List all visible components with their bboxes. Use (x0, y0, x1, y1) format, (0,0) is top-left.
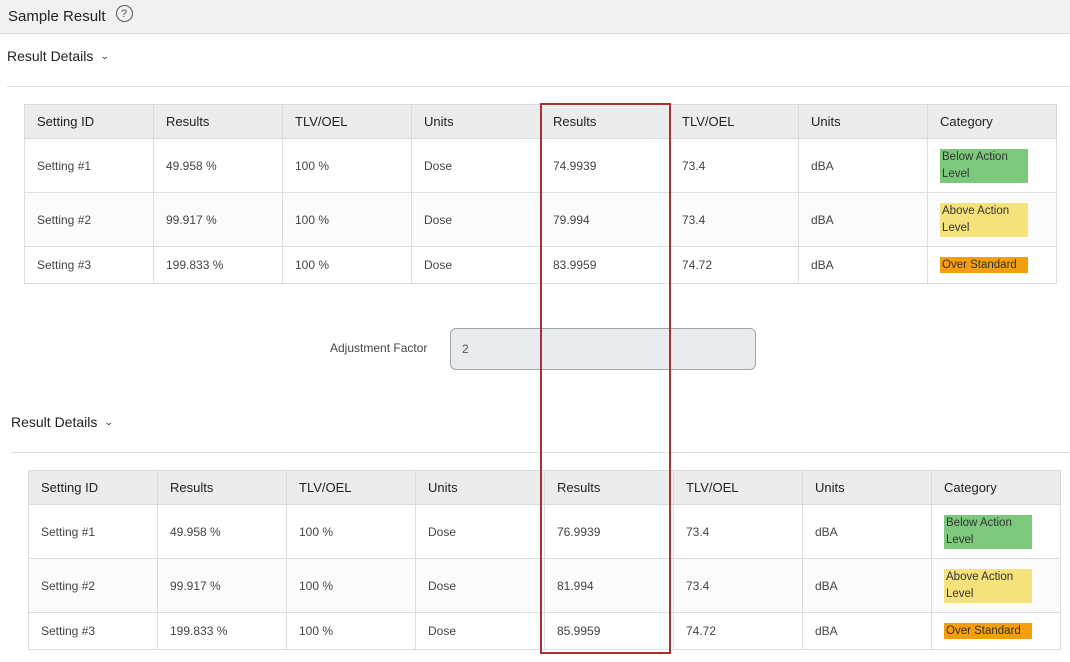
cell-results: 199.833 % (153, 246, 283, 284)
category-badge-over: Over Standard (944, 623, 1032, 639)
category-badge-below: Below Action Level (944, 514, 1032, 549)
cell-results-2: 81.994 (544, 558, 674, 613)
cell-tlv: 100 % (286, 558, 416, 613)
table-row: Setting #1 49.958 % 100 % Dose 76.9939 7… (28, 504, 1061, 559)
result-table-2: Setting ID Results TLV/OEL Units Results… (28, 470, 1061, 650)
col-tlv-oel: TLV/OEL (282, 104, 412, 139)
cell-tlv-2: 74.72 (673, 612, 803, 650)
col-tlv-oel-2: TLV/OEL (669, 104, 799, 139)
cell-units: Dose (415, 558, 545, 613)
cell-units-2: dBA (798, 138, 928, 193)
cell-tlv: 100 % (282, 246, 412, 284)
cell-category: Over Standard (931, 612, 1061, 650)
cell-tlv-2: 73.4 (673, 504, 803, 559)
cell-results: 49.958 % (153, 138, 283, 193)
result-details-toggle-1[interactable]: Result Details ⌄ (7, 48, 111, 64)
cell-results: 199.833 % (157, 612, 287, 650)
cell-category: Below Action Level (931, 504, 1061, 559)
cell-category: Above Action Level (931, 558, 1061, 613)
result-table-1: Setting ID Results TLV/OEL Units Results… (24, 104, 1057, 284)
cell-tlv-2: 73.4 (673, 558, 803, 613)
cell-units-2: dBA (798, 192, 928, 247)
col-results: Results (157, 470, 287, 505)
cell-tlv: 100 % (282, 138, 412, 193)
category-badge-above: Above Action Level (940, 202, 1028, 237)
category-badge-over: Over Standard (940, 257, 1028, 273)
cell-units-2: dBA (802, 612, 932, 650)
cell-units: Dose (415, 504, 545, 559)
table-row: Setting #2 99.917 % 100 % Dose 79.994 73… (24, 192, 1057, 247)
col-tlv-oel-2: TLV/OEL (673, 470, 803, 505)
col-setting-id: Setting ID (28, 470, 158, 505)
cell-tlv-2: 74.72 (669, 246, 799, 284)
cell-units-2: dBA (802, 558, 932, 613)
adjustment-factor-label: Adjustment Factor (330, 341, 428, 355)
page-header: Sample Result ? (0, 0, 1070, 34)
cell-results-2: 85.9959 (544, 612, 674, 650)
col-results-2: Results (540, 104, 670, 139)
table-row: Setting #1 49.958 % 100 % Dose 74.9939 7… (24, 138, 1057, 193)
section-divider (11, 452, 1070, 453)
cell-tlv: 100 % (282, 192, 412, 247)
cell-units: Dose (411, 246, 541, 284)
cell-results: 99.917 % (153, 192, 283, 247)
cell-units-2: dBA (798, 246, 928, 284)
cell-results-2: 74.9939 (540, 138, 670, 193)
col-units: Units (415, 470, 545, 505)
chevron-down-icon: ⌄ (104, 416, 115, 427)
cell-tlv: 100 % (286, 612, 416, 650)
cell-units: Dose (415, 612, 545, 650)
table-row: Setting #3 199.833 % 100 % Dose 85.9959 … (28, 612, 1061, 650)
category-badge-above: Above Action Level (944, 568, 1032, 603)
section-title: Result Details (11, 414, 98, 430)
cell-setting: Setting #3 (24, 246, 154, 284)
cell-category: Below Action Level (927, 138, 1057, 193)
col-units-2: Units (802, 470, 932, 505)
cell-setting: Setting #2 (24, 192, 154, 247)
col-results-2: Results (544, 470, 674, 505)
help-icon[interactable]: ? (115, 5, 133, 22)
cell-results-2: 79.994 (540, 192, 670, 247)
cell-units-2: dBA (802, 504, 932, 559)
cell-units: Dose (411, 138, 541, 193)
cell-setting: Setting #1 (24, 138, 154, 193)
col-units: Units (411, 104, 541, 139)
page-title: Sample Result (8, 8, 106, 25)
cell-results-2: 76.9939 (544, 504, 674, 559)
cell-results: 99.917 % (157, 558, 287, 613)
cell-results-2: 83.9959 (540, 246, 670, 284)
cell-setting: Setting #3 (28, 612, 158, 650)
cell-tlv: 100 % (286, 504, 416, 559)
cell-category: Over Standard (927, 246, 1057, 284)
cell-units: Dose (411, 192, 541, 247)
cell-tlv-2: 73.4 (669, 192, 799, 247)
section-divider (7, 86, 1070, 87)
col-category: Category (927, 104, 1057, 139)
col-category: Category (931, 470, 1061, 505)
col-units-2: Units (798, 104, 928, 139)
result-details-toggle-2[interactable]: Result Details ⌄ (11, 414, 115, 430)
col-tlv-oel: TLV/OEL (286, 470, 416, 505)
section-title: Result Details (7, 48, 94, 64)
cell-setting: Setting #1 (28, 504, 158, 559)
adjustment-factor-input[interactable] (450, 328, 756, 370)
cell-tlv-2: 73.4 (669, 138, 799, 193)
cell-category: Above Action Level (927, 192, 1057, 247)
category-badge-below: Below Action Level (940, 148, 1028, 183)
col-setting-id: Setting ID (24, 104, 154, 139)
cell-results: 49.958 % (157, 504, 287, 559)
table-header-row: Setting ID Results TLV/OEL Units Results… (28, 470, 1061, 505)
table-header-row: Setting ID Results TLV/OEL Units Results… (24, 104, 1057, 139)
col-results: Results (153, 104, 283, 139)
chevron-down-icon: ⌄ (100, 50, 111, 61)
table-row: Setting #2 99.917 % 100 % Dose 81.994 73… (28, 558, 1061, 613)
cell-setting: Setting #2 (28, 558, 158, 613)
table-row: Setting #3 199.833 % 100 % Dose 83.9959 … (24, 246, 1057, 284)
